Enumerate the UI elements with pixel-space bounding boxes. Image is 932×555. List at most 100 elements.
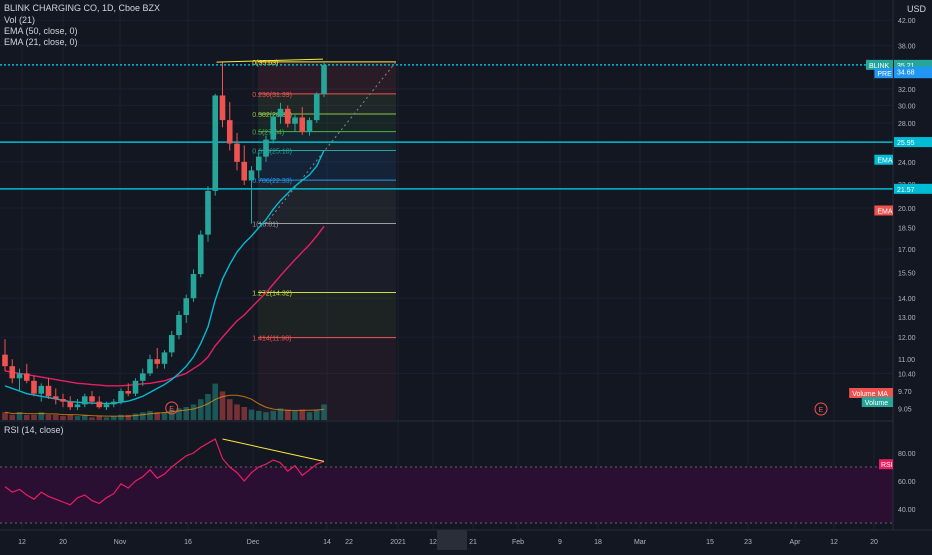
fib-zone	[258, 61, 396, 94]
volume-bar	[60, 416, 66, 420]
candle-body	[255, 156, 262, 171]
rsi-legend: RSI (14, close)	[4, 425, 64, 435]
candle-body	[284, 108, 291, 124]
candle-body	[9, 366, 16, 379]
fib-zone	[258, 337, 396, 420]
volume-bar	[52, 414, 59, 420]
candle-body	[263, 139, 269, 157]
time-tick-label: 12	[429, 539, 437, 546]
candle-body	[31, 380, 37, 394]
candle-body	[248, 170, 255, 181]
candle-body	[234, 143, 240, 162]
volume-bar	[139, 412, 146, 420]
volume-bar	[321, 404, 327, 420]
volume-bar	[248, 409, 255, 420]
volume-bar	[270, 410, 277, 420]
rsi-tick-label: 80.00	[898, 451, 916, 458]
candle-body	[277, 108, 284, 117]
fib-level-label: 0.618(25.10)	[252, 148, 292, 155]
time-tick-label: 12	[830, 539, 838, 546]
rsi-tick-label: 40.00	[898, 507, 916, 514]
price-tick-label: 30.00	[898, 103, 916, 110]
time-tick-label: 2021	[390, 539, 406, 546]
candle-body	[154, 359, 161, 364]
time-tick-label: 23	[744, 539, 752, 546]
volume-bar	[197, 399, 204, 420]
time-tick-label: 16	[184, 539, 192, 546]
volume-bar	[9, 414, 16, 420]
rsi-tick-label: 60.00	[898, 479, 916, 486]
fib-level-label: 0.236(31.39)	[252, 92, 292, 99]
price-tick-label: 11.00	[898, 357, 915, 364]
volume-bar	[299, 409, 306, 420]
time-tick-label: 21	[469, 539, 477, 546]
price-tick-label: 24.00	[898, 160, 916, 167]
candle-body	[89, 396, 95, 402]
candle-body	[110, 401, 117, 405]
time-tick-label: 20	[59, 539, 67, 546]
indicator-ema50: EMA (50, close, 0)	[4, 26, 78, 36]
candle-body	[67, 401, 74, 408]
candle-body	[176, 314, 182, 336]
price-badge-label-text: EMA	[877, 158, 893, 165]
volume-bar	[284, 409, 291, 420]
volume-bar	[96, 416, 103, 420]
volume-bar	[263, 412, 269, 420]
chart-area[interactable]: 0(35.63) 0.236(31.39) 0.382(28.99) 0.5(27.0…	[0, 0, 932, 550]
volume-bar	[306, 412, 313, 420]
candle-body	[23, 373, 30, 381]
fib-zone	[258, 292, 396, 338]
price-tick-label: 32.00	[898, 87, 916, 94]
price-tick-label: 38.00	[898, 44, 916, 51]
price-badge-label-text: Volume MA	[852, 391, 888, 398]
price-tick-label: 18.50	[898, 226, 916, 233]
time-tick-label: Dec	[247, 539, 260, 546]
candle-body	[270, 116, 277, 140]
time-tick-label: 9	[558, 539, 562, 546]
rsi-badge-text: RSI	[881, 462, 893, 469]
volume-bar	[103, 417, 110, 420]
time-tick-label: 14	[323, 539, 331, 546]
candle-body	[16, 373, 23, 379]
candle-body	[125, 391, 132, 394]
volume-bar	[132, 413, 139, 420]
time-tick-label: 12	[18, 539, 26, 546]
fib-level-label: 1(18.81)	[252, 221, 278, 228]
candle-body	[74, 404, 81, 408]
fib-level-label: 0.5(27.04)	[252, 130, 284, 137]
candle-body	[81, 396, 88, 405]
volume-bar	[23, 414, 30, 420]
candle-body	[38, 385, 45, 394]
fib-zone	[258, 223, 396, 293]
candle-body	[212, 95, 219, 191]
price-tick-label: 13.00	[898, 315, 916, 322]
price-tick-label: 17.00	[898, 247, 916, 254]
volume-bar	[2, 412, 8, 420]
price-badge-label-text: PRE	[877, 71, 892, 78]
price-badge-label-text: EMA	[877, 208, 893, 215]
earnings-icon-label: E	[819, 407, 824, 414]
volume-bar	[212, 383, 219, 420]
price-tick-label: 14.00	[898, 296, 916, 303]
candle-body	[45, 385, 52, 397]
volume-bar	[226, 399, 233, 420]
indicator-vol: Vol (21)	[4, 15, 36, 25]
fib-level-label: 1.414(11.98)	[252, 336, 291, 343]
candle-body	[299, 117, 306, 133]
price-tick-label: 42.00	[898, 18, 916, 25]
candle-body	[183, 298, 190, 315]
candle-body	[103, 404, 110, 408]
time-tick-label: Mar	[634, 539, 647, 546]
candle-body	[321, 64, 327, 94]
price-tick-label: 12.00	[898, 335, 916, 342]
volume-bar	[31, 414, 37, 420]
volume-bar	[110, 416, 117, 420]
symbol-title: BLINK CHARGING CO, 1D, Cboe BZX	[4, 3, 161, 13]
time-tick-label: 22	[345, 539, 353, 546]
candle-body	[168, 335, 175, 353]
time-tick-label: 18	[594, 539, 602, 546]
volume-bar	[234, 404, 240, 420]
candle-body	[147, 359, 153, 374]
volume-bar	[45, 414, 52, 420]
candle-body	[241, 161, 248, 181]
